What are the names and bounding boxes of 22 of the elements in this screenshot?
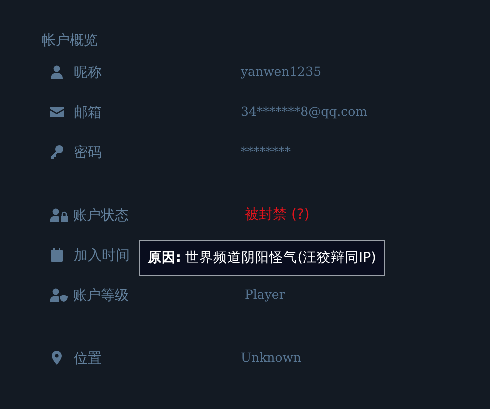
- field-label: 邮箱: [74, 105, 102, 121]
- status-value: 被封禁 (?): [245, 206, 310, 224]
- tooltip: 原因: 世界频道阴阳怪气(汪狡辩同IP): [139, 240, 386, 276]
- user-icon: [50, 65, 64, 79]
- field-value: Player: [245, 286, 286, 304]
- key-icon: [50, 145, 64, 159]
- user-shield-icon: [50, 288, 68, 302]
- calendar-icon: [50, 248, 64, 262]
- field-label: 账户状态: [73, 208, 129, 224]
- mail-icon: [50, 105, 64, 119]
- field-value: yanwen1235: [241, 62, 322, 81]
- field-label: 昵称: [74, 65, 102, 81]
- field-value: ********: [241, 142, 291, 161]
- field-label: 账户等级: [73, 288, 129, 304]
- field-label: 加入时间: [74, 248, 130, 264]
- section-title: 帐户概览: [42, 32, 99, 51]
- user-lock-icon: [50, 208, 68, 222]
- field-label: 密码: [74, 145, 102, 161]
- location-pin-icon: [50, 351, 64, 365]
- field-label: 位置: [74, 351, 102, 367]
- field-value: 34*******8@qq.com: [241, 102, 368, 121]
- field-value: Unknown: [241, 348, 302, 367]
